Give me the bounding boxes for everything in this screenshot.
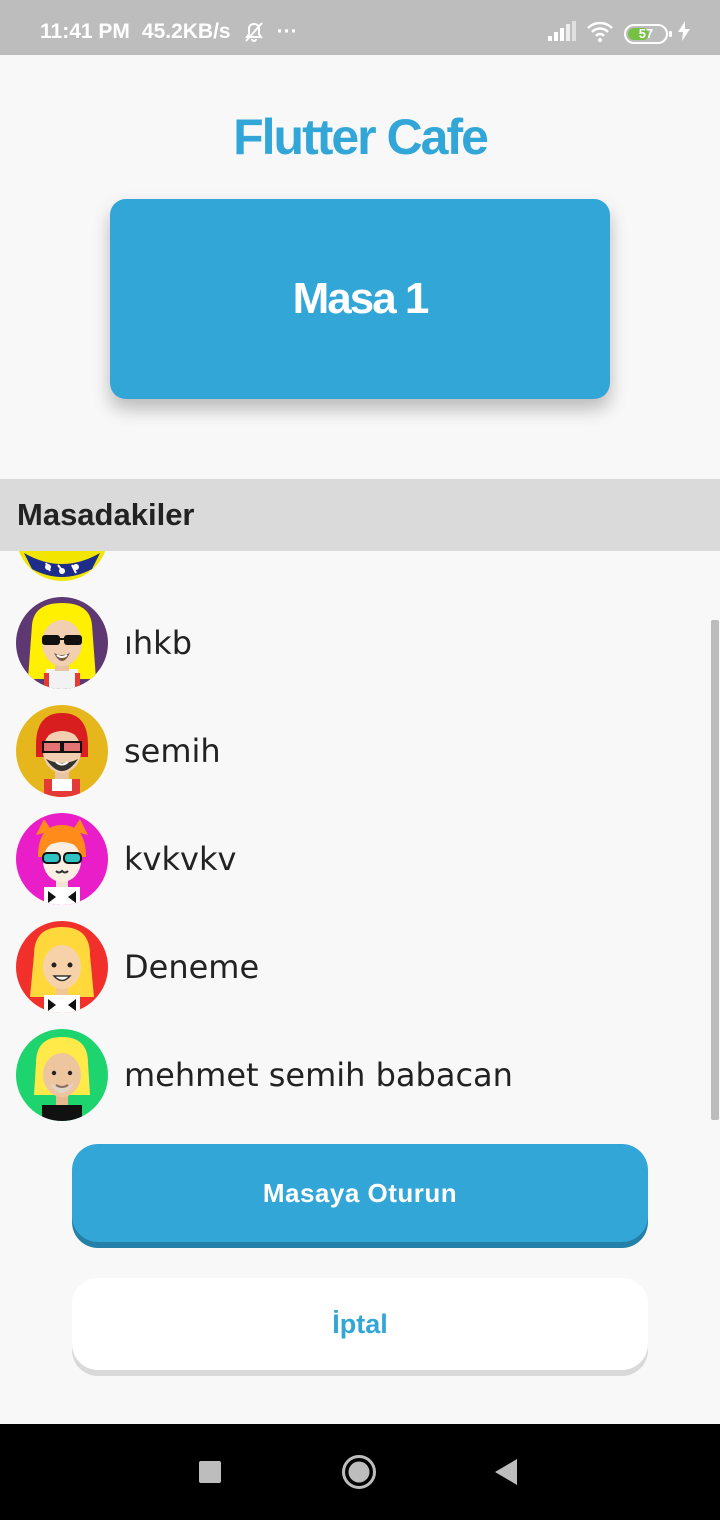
table-card: Masa 1 <box>110 199 610 399</box>
red-hair-sunglasses-avatar <box>16 705 108 797</box>
list-item <box>0 551 720 589</box>
battery-icon: 57 <box>624 23 672 44</box>
partial-avatar <box>16 551 108 581</box>
section-header: Masadakiler <box>0 479 720 551</box>
status-time: 11:41 PM <box>40 20 130 43</box>
back-triangle-icon[interactable] <box>488 1454 524 1490</box>
blonde-beard-avatar <box>16 1029 108 1121</box>
person-name: Deneme <box>124 948 260 986</box>
list-item: ıhkb <box>0 589 720 697</box>
person-name: mehmet semih babacan <box>124 1056 513 1094</box>
list-scrollbar[interactable] <box>711 620 719 1120</box>
network-speed: 45.2KB/s <box>141 20 231 43</box>
list-item: kvkvkv <box>0 805 720 913</box>
home-circle-icon[interactable] <box>341 1454 377 1490</box>
signal-icon <box>548 21 576 46</box>
section-title: Masadakiler <box>17 497 195 532</box>
person-name: ıhkb <box>124 624 193 662</box>
join-table-button[interactable]: Masaya Oturun <box>72 1144 648 1242</box>
status-bar: 11:41 PM 45.2KB/s ··· 57 <box>0 0 720 55</box>
list-item: mehmet semih babacan <box>0 1021 720 1126</box>
people-list[interactable]: ıhkb semih kvkvkv Deneme mehmet semih ba… <box>0 551 720 1126</box>
navigation-bar <box>0 1424 720 1520</box>
wifi-icon <box>586 20 614 47</box>
app-title: Flutter Cafe <box>233 109 489 165</box>
more-dots: ··· <box>276 20 298 43</box>
list-item: semih <box>0 697 720 805</box>
bell-off-icon <box>243 21 265 43</box>
charging-icon <box>678 21 690 46</box>
cat-ears-avatar <box>16 813 108 905</box>
list-item: Deneme <box>0 913 720 1021</box>
person-name: kvkvkv <box>124 840 237 878</box>
battery-level: 57 <box>638 26 654 41</box>
blonde-smile-avatar <box>16 921 108 1013</box>
table-card-label: Masa 1 <box>292 274 430 323</box>
blonde-sunglasses-avatar <box>16 597 108 689</box>
recents-square-icon[interactable] <box>192 1454 228 1490</box>
cancel-button[interactable]: İptal <box>72 1278 648 1370</box>
person-name: semih <box>124 732 221 770</box>
